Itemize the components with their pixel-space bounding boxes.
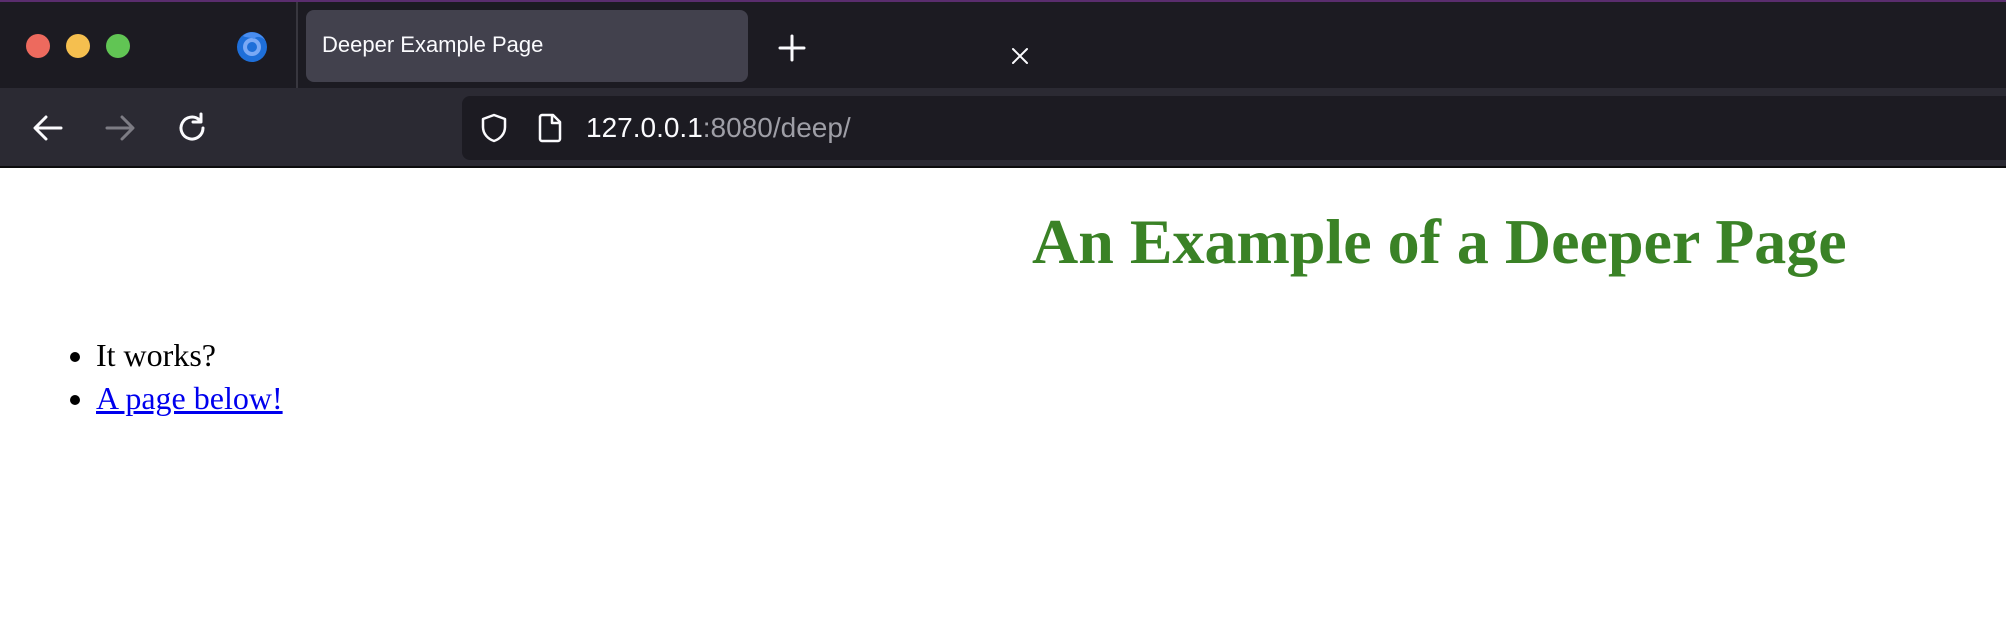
page-content: An Example of a Deeper Page It works? A …: [0, 170, 2006, 636]
close-tab-icon[interactable]: [1006, 42, 1034, 70]
url-host: 127.0.0.1: [586, 112, 703, 143]
tab-strip: Deeper Example Page: [0, 0, 2006, 90]
forward-arrow-icon: [105, 115, 135, 141]
forward-button[interactable]: [100, 108, 140, 148]
back-button[interactable]: [28, 108, 68, 148]
navigation-toolbar: 127.0.0.1:8080/deep/: [0, 88, 2006, 168]
tab-title: Deeper Example Page: [322, 32, 544, 57]
back-arrow-icon: [33, 115, 63, 141]
reload-button[interactable]: [172, 108, 212, 148]
close-window-button[interactable]: [26, 34, 50, 58]
tab-separator: [296, 2, 298, 90]
url-text[interactable]: 127.0.0.1:8080/deep/: [586, 112, 851, 144]
page-icon[interactable]: [534, 112, 566, 144]
shield-icon[interactable]: [478, 112, 510, 144]
firefox-logo-icon[interactable]: [234, 28, 270, 64]
page-below-link[interactable]: A page below!: [96, 380, 283, 416]
address-bar[interactable]: 127.0.0.1:8080/deep/: [462, 96, 2006, 160]
url-path: :8080/deep/: [702, 112, 851, 143]
new-tab-plus-icon[interactable]: [776, 32, 808, 64]
list-item: It works?: [96, 334, 283, 377]
tab-deeper-example-page[interactable]: Deeper Example Page: [306, 10, 1028, 82]
browser-window: Deeper Example Page 127.0.0.1:8080/deep/…: [0, 0, 2006, 636]
minimize-window-button[interactable]: [66, 34, 90, 58]
reload-icon: [179, 112, 205, 141]
zoom-window-button[interactable]: [106, 34, 130, 58]
page-heading: An Example of a Deeper Page: [1032, 206, 1847, 277]
page-list: It works? A page below!: [50, 334, 283, 420]
list-item: A page below!: [96, 377, 283, 420]
list-item-text: It works?: [96, 337, 216, 373]
